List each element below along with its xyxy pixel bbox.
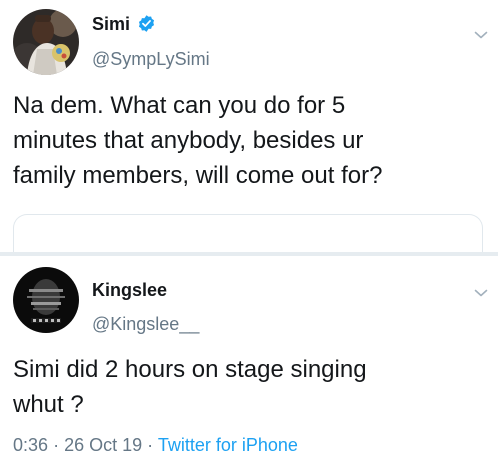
- embedded-card[interactable]: [13, 214, 483, 254]
- author-name[interactable]: Simi: [92, 13, 130, 35]
- meta-separator: ·: [147, 435, 154, 455]
- avatar-kingslee-image: [13, 267, 79, 333]
- tweet-meta: 0:36 · 26 Oct 19 · Twitter for iPhone: [13, 434, 298, 456]
- chevron-down-icon[interactable]: [474, 288, 488, 298]
- tweet-time[interactable]: 0:36: [13, 435, 48, 455]
- author-handle[interactable]: @SympLySimi: [92, 48, 210, 70]
- tweet-source-link[interactable]: Twitter for iPhone: [158, 435, 298, 455]
- author-name[interactable]: Kingslee: [92, 279, 167, 301]
- chevron-down-icon[interactable]: [474, 30, 488, 40]
- avatar-kingslee[interactable]: [13, 267, 79, 333]
- tweet-text: Na dem. What can you do for 5 minutes th…: [13, 92, 383, 189]
- meta-separator: ·: [53, 435, 60, 455]
- author-handle[interactable]: @Kingslee__: [92, 313, 199, 335]
- tweet-text: Simi did 2 hours on stage singing whut ?: [13, 356, 367, 418]
- avatar-simi[interactable]: [13, 9, 79, 75]
- tweet-simi[interactable]: Simi @SympLySimi Na dem. What can you do…: [0, 0, 498, 254]
- verified-badge-icon: [138, 15, 155, 32]
- tweet-date[interactable]: 26 Oct 19: [64, 435, 142, 455]
- tweet-kingslee[interactable]: Kingslee @Kingslee__ Simi did 2 hours on…: [0, 256, 498, 466]
- avatar-simi-image: [13, 9, 79, 75]
